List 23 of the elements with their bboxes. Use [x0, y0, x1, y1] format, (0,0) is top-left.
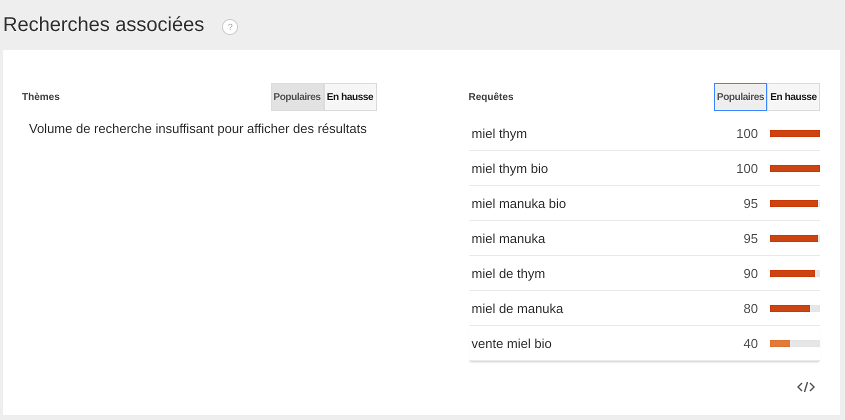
query-link[interactable]: miel thym	[468, 126, 736, 140]
toggle-button[interactable]: En hausse	[767, 83, 820, 111]
query-link[interactable]: miel thym bio	[468, 160, 736, 176]
query-value: 80	[744, 300, 758, 316]
section-heading: Thèmes	[22, 92, 60, 102]
toggle-button[interactable]: Populaires	[714, 83, 767, 111]
query-value: 95	[744, 196, 758, 210]
section-title: Recherches associées	[3, 14, 204, 36]
query-link[interactable]: miel de manuka	[468, 300, 744, 316]
query-value: 100	[736, 126, 758, 140]
query-link[interactable]: miel manuka bio	[468, 196, 744, 210]
query-link[interactable]: vente miel bio	[468, 336, 744, 350]
toggle-button[interactable]: Populaires	[270, 83, 324, 111]
query-value: 95	[744, 230, 758, 246]
query-link[interactable]: miel de thym	[468, 266, 744, 280]
query-link[interactable]: miel manuka	[468, 230, 744, 246]
query-value: 40	[744, 336, 758, 350]
embed-icon[interactable]	[797, 381, 815, 393]
query-value: 100	[736, 160, 758, 176]
empty-message: Volume de recherche insuffisant pour afficher des résultats	[29, 121, 368, 136]
section-heading: Requêtes	[468, 92, 514, 102]
toggle-button[interactable]: En hausse	[324, 83, 376, 111]
query-value: 90	[744, 266, 758, 280]
